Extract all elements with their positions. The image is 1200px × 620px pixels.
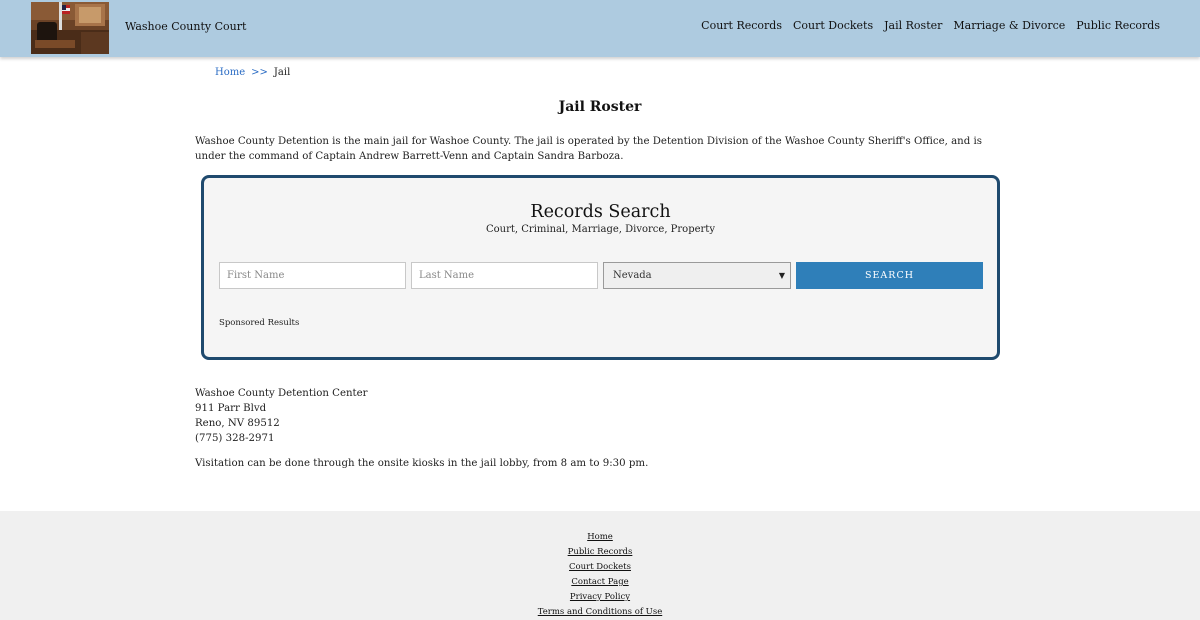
nav-marriage-divorce[interactable]: Marriage & Divorce xyxy=(953,19,1065,32)
breadcrumb-home-link[interactable]: Home xyxy=(215,67,245,78)
footer-link-contact-page[interactable]: Contact Page xyxy=(571,575,628,590)
main-nav: Court Records Court Dockets Jail Roster … xyxy=(701,19,1160,32)
search-title: Records Search xyxy=(530,202,671,222)
chevron-down-icon: ▼ xyxy=(778,271,785,280)
state-select[interactable]: Nevada ▼ xyxy=(603,262,791,289)
footer-link-terms[interactable]: Terms and Conditions of Use xyxy=(538,605,662,620)
footer-links: Home Public Records Court Dockets Contac… xyxy=(0,530,1200,620)
visitation-info: Visitation can be done through the onsit… xyxy=(195,458,649,469)
courtroom-logo-image[interactable] xyxy=(31,2,109,54)
footer-link-court-dockets[interactable]: Court Dockets xyxy=(569,560,631,575)
last-name-input[interactable] xyxy=(411,262,598,289)
search-subtitle: Court, Criminal, Marriage, Divorce, Prop… xyxy=(486,224,715,235)
nav-public-records[interactable]: Public Records xyxy=(1076,19,1160,32)
nav-jail-roster[interactable]: Jail Roster xyxy=(884,19,942,32)
page-title: Jail Roster xyxy=(558,99,642,115)
records-search-card: Records Search Court, Criminal, Marriage… xyxy=(201,175,1000,360)
site-footer: Home Public Records Court Dockets Contac… xyxy=(0,511,1200,620)
state-select-value: Nevada xyxy=(613,270,652,281)
intro-paragraph: Washoe County Detention is the main jail… xyxy=(195,136,982,162)
breadcrumb-current: Jail xyxy=(273,67,291,78)
site-brand[interactable]: Washoe County Court xyxy=(125,20,246,33)
site-header: Washoe County Court Court Records Court … xyxy=(0,0,1200,57)
city-state-zip: Reno, NV 89512 xyxy=(195,418,280,429)
search-button[interactable]: SEARCH xyxy=(796,262,983,289)
nav-court-records[interactable]: Court Records xyxy=(701,19,782,32)
sponsored-results-label: Sponsored Results xyxy=(219,318,300,328)
nav-court-dockets[interactable]: Court Dockets xyxy=(793,19,873,32)
first-name-input[interactable] xyxy=(219,262,406,289)
detention-center-address: Washoe County Detention Center 911 Parr … xyxy=(195,386,368,446)
breadcrumb-separator: >> xyxy=(251,67,268,78)
phone-number: (775) 328-2971 xyxy=(195,433,275,444)
footer-link-public-records[interactable]: Public Records xyxy=(568,545,633,560)
breadcrumb: Home >> Jail xyxy=(215,67,290,78)
facility-name: Washoe County Detention Center xyxy=(195,388,368,399)
street-address: 911 Parr Blvd xyxy=(195,403,267,414)
footer-link-privacy-policy[interactable]: Privacy Policy xyxy=(570,590,630,605)
footer-link-home[interactable]: Home xyxy=(587,530,613,545)
